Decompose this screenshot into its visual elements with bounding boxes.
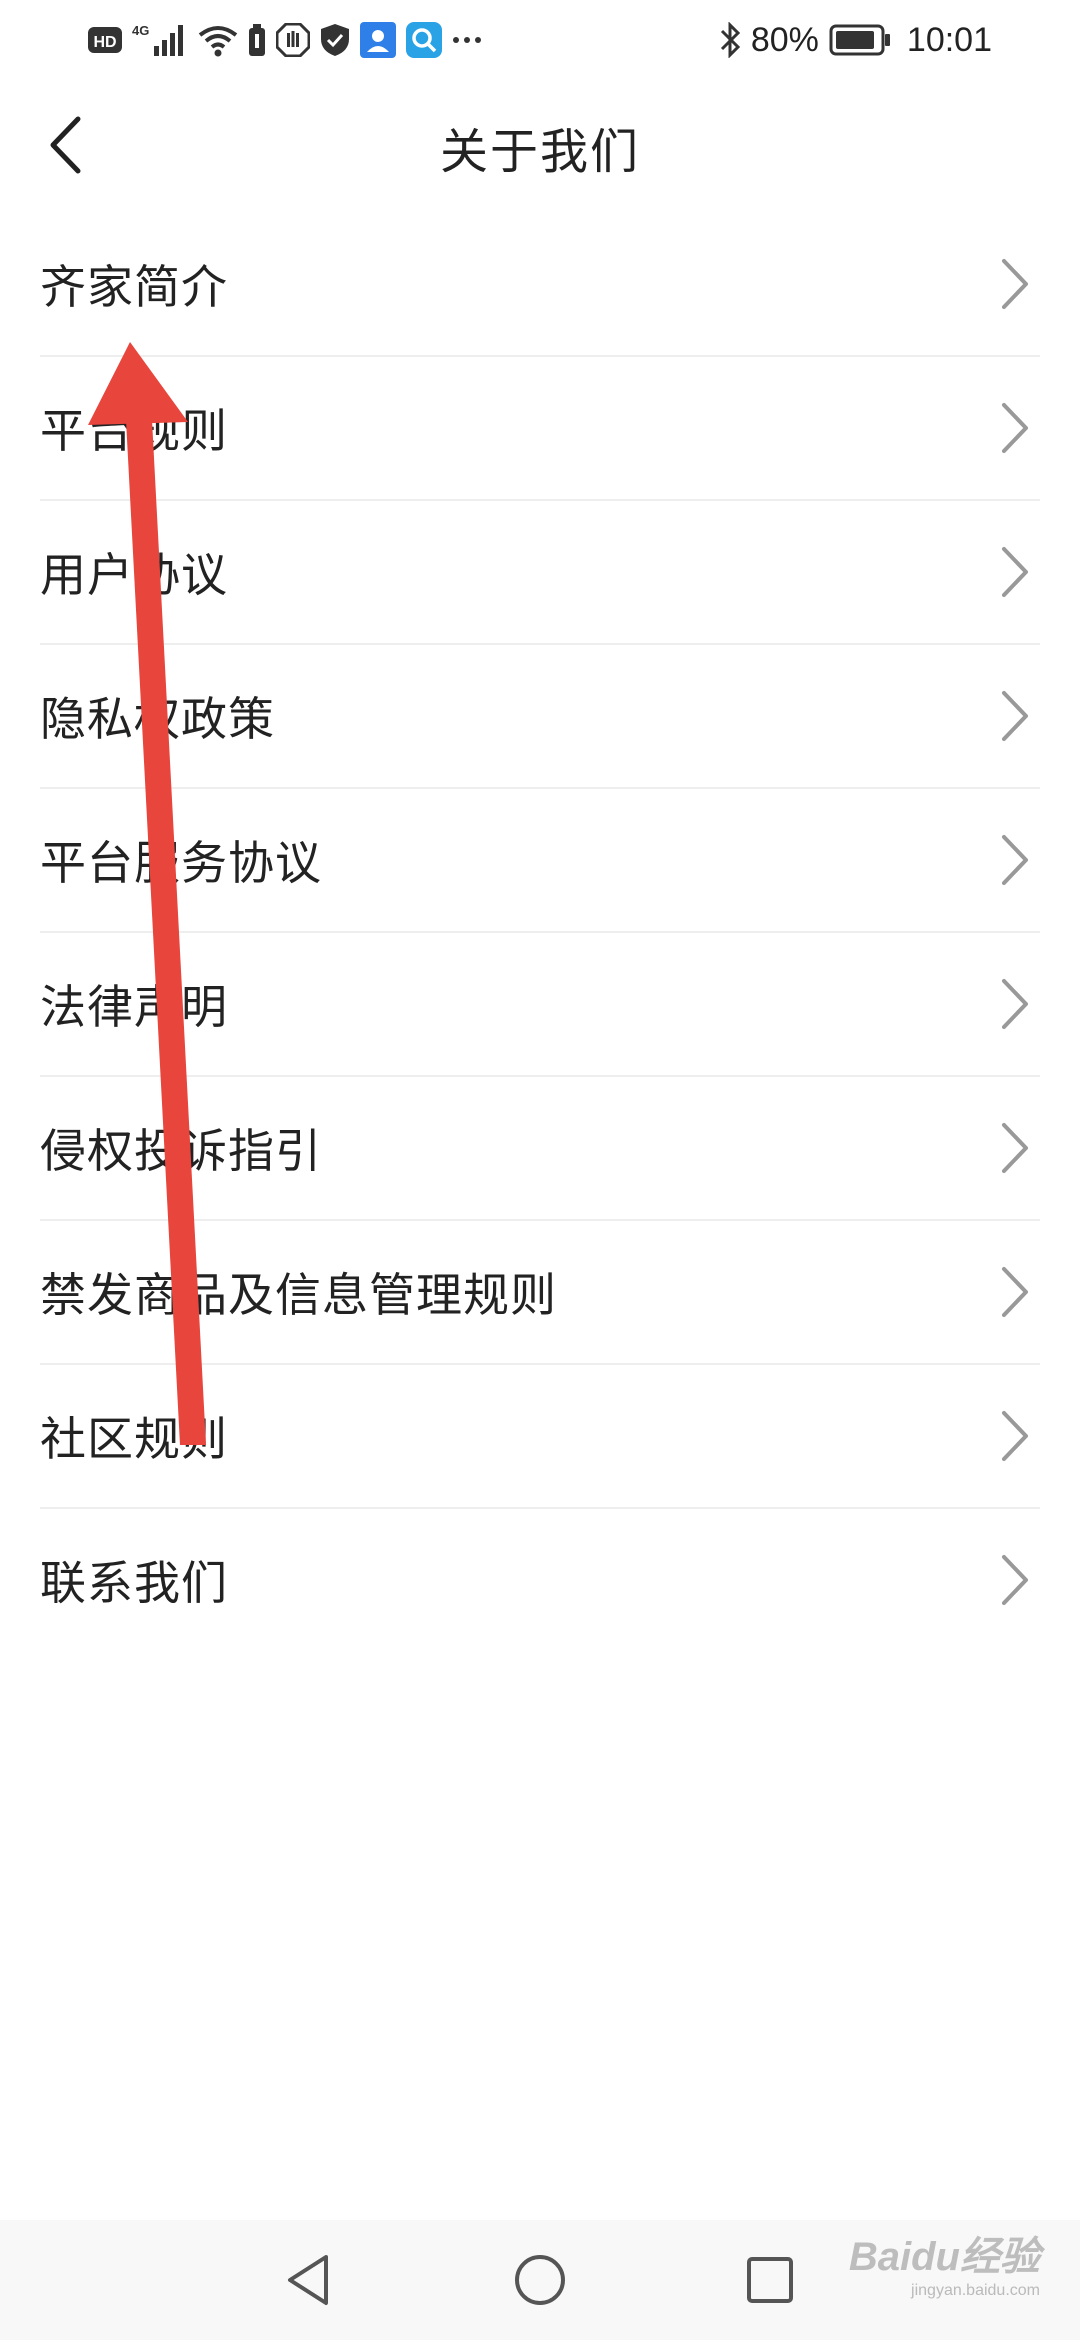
chevron-right-icon	[1002, 1267, 1028, 1317]
network-label: 4G	[132, 23, 149, 38]
battery-percent: 80%	[750, 20, 819, 59]
menu-item-label: 齐家简介	[40, 260, 228, 314]
wifi-icon	[198, 26, 238, 57]
shield-icon	[321, 24, 349, 56]
battery-icon	[829, 24, 890, 56]
hd-label: HD	[93, 34, 116, 51]
watermark-text: Baidu经验	[848, 2235, 1040, 2279]
status-left-icons: HD 4G	[88, 20, 482, 60]
menu-item-label: 侵权投诉指引	[40, 1124, 322, 1178]
menu-item-label: 平台规则	[40, 404, 228, 458]
nav-back-icon	[288, 2255, 328, 2305]
menu-item-label: 隐私权政策	[40, 692, 275, 746]
status-right-icons: 80% 10:01	[719, 20, 992, 60]
chevron-right-icon	[1002, 979, 1028, 1029]
menu-item-label: 禁发商品及信息管理规则	[40, 1268, 557, 1322]
menu-item-legal-statement[interactable]: 法律声明	[40, 933, 1040, 1077]
nav-recent-icon	[747, 2257, 793, 2303]
contacts-app-icon	[360, 22, 396, 58]
chevron-right-icon	[1002, 1411, 1028, 1461]
menu-item-label: 平台服务协议	[40, 836, 322, 890]
menu-item-company-intro[interactable]: 齐家简介	[40, 213, 1040, 357]
clock-time: 10:01	[906, 20, 992, 59]
menu-item-platform-rules[interactable]: 平台规则	[40, 357, 1040, 501]
menu-item-label: 社区规则	[40, 1412, 228, 1466]
signal-4g-icon: 4G	[132, 23, 183, 56]
menu-item-community-rules[interactable]: 社区规则	[40, 1365, 1040, 1509]
chevron-right-icon	[1002, 1555, 1028, 1605]
menu-item-user-agreement[interactable]: 用户协议	[40, 501, 1040, 645]
menu-item-service-agreement[interactable]: 平台服务协议	[40, 789, 1040, 933]
nav-home-icon	[515, 2255, 565, 2305]
page-title: 关于我们	[439, 124, 640, 180]
menu-item-label: 用户协议	[40, 548, 228, 602]
about-menu-list: 齐家简介 平台规则 用户协议 隐私权政策 平台服务协议 法律声明 侵权投诉指引	[40, 213, 1040, 1651]
nav-recent-button[interactable]	[740, 2250, 800, 2310]
about-us-screen: HD 4G 80% 10:01 关于我们 齐家简介 平台规则 用户协议 隐私权政…	[0, 0, 1080, 2340]
nav-back-button[interactable]	[278, 2250, 338, 2310]
menu-item-contact-us[interactable]: 联系我们	[40, 1509, 1040, 1651]
menu-item-privacy-policy[interactable]: 隐私权政策	[40, 645, 1040, 789]
system-nav-bar: Baidu经验 jingyan.baidu.com	[0, 2220, 1080, 2340]
chevron-right-icon	[1002, 1123, 1028, 1173]
search-app-icon	[406, 22, 442, 58]
battery-saver-icon	[249, 24, 265, 56]
baidu-watermark: Baidu经验 jingyan.baidu.com	[849, 2224, 1040, 2300]
chevron-right-icon	[1002, 259, 1028, 309]
chevron-right-icon	[1002, 403, 1028, 453]
menu-item-infringement-guide[interactable]: 侵权投诉指引	[40, 1077, 1040, 1221]
watermark-subtext: jingyan.baidu.com	[911, 2282, 1040, 2299]
more-dots-icon	[453, 37, 481, 43]
app-hand-icon	[276, 23, 310, 57]
top-app-bar: 关于我们	[0, 90, 1080, 200]
menu-item-prohibited-goods-rules[interactable]: 禁发商品及信息管理规则	[40, 1221, 1040, 1365]
nav-home-button[interactable]	[510, 2250, 570, 2310]
chevron-right-icon	[1002, 691, 1028, 741]
status-bar: HD 4G 80% 10:01	[0, 0, 1080, 80]
chevron-right-icon	[1002, 835, 1028, 885]
chevron-right-icon	[1002, 547, 1028, 597]
bluetooth-icon	[720, 22, 740, 58]
menu-item-label: 联系我们	[40, 1556, 228, 1610]
hd-icon: HD	[88, 27, 122, 53]
menu-item-label: 法律声明	[40, 980, 228, 1034]
